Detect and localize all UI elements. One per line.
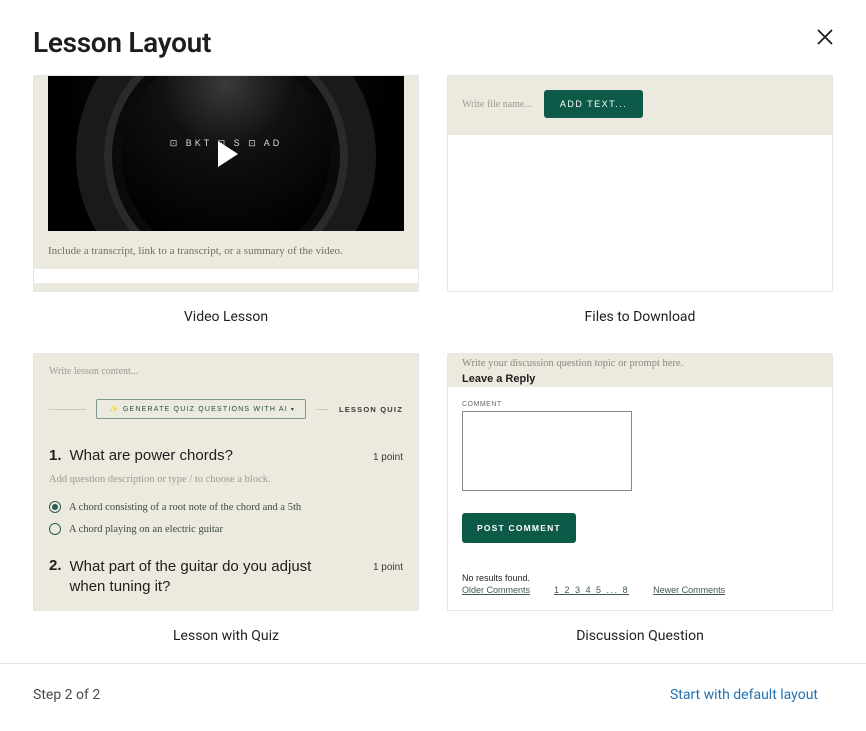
q1-text: What are power chords? [70,447,233,464]
layout-card-discussion[interactable]: Write your discussion question topic or … [447,353,833,644]
lesson-quiz-section-label: LESSON QUIZ [339,405,403,414]
quiz-question-2-header: 2. What part of the guitar do you adjust… [49,557,403,596]
layout-options-grid: ⊡ BKT ⊡ S ⊡ AD Include a transcript, lin… [0,75,866,647]
q1-option-1: A chord consisting of a root note of the… [49,501,403,513]
layout-card-lesson-quiz[interactable]: Write lesson content... ✨ GENERATE QUIZ … [33,353,419,644]
video-transcript-placeholder: Include a transcript, link to a transcri… [34,231,418,265]
newer-comments-link: Newer Comments [653,585,725,595]
layout-card-files-download[interactable]: Write file name... ADD TEXT... Files to … [447,75,833,325]
q1-points: 1 point [373,452,403,463]
generate-quiz-ai-button: ✨ GENERATE QUIZ QUESTIONS WITH AI ▾ [96,399,306,419]
q1-option-2-text: A chord playing on an electric guitar [69,524,223,535]
radio-icon [49,523,61,535]
q1-description-placeholder: Add question description or type / to ch… [49,474,403,485]
no-results-text: No results found. [462,573,818,583]
divider-line-mid [316,409,329,410]
step-indicator: Step 2 of 2 [33,687,100,703]
discussion-footer: No results found. Older Comments 1 2 3 4… [462,573,818,595]
card-label-files: Files to Download [447,292,833,325]
start-default-layout-link[interactable]: Start with default layout [670,687,818,703]
quiz-divider-row: ✨ GENERATE QUIZ QUESTIONS WITH AI ▾ LESS… [49,399,403,419]
quiz-question-1-header: 1. What are power chords? 1 point [49,447,403,464]
leave-reply-heading: Leave a Reply [462,369,818,385]
q2-number: 2. [49,557,62,596]
file-name-placeholder: Write file name... [462,99,532,110]
video-lesson-preview: ⊡ BKT ⊡ S ⊡ AD Include a transcript, lin… [33,75,419,292]
page-title: Lesson Layout [33,26,211,59]
video-thumbnail: ⊡ BKT ⊡ S ⊡ AD [48,76,404,231]
older-comments-link: Older Comments [462,585,530,595]
video-bottom-strip [34,269,418,283]
q1-option-1-text: A chord consisting of a root note of the… [69,502,301,513]
close-icon[interactable] [814,26,836,48]
lesson-content-placeholder: Write lesson content... [49,366,403,377]
page-numbers: 1 2 3 4 5 ... 8 [554,585,629,595]
q2-text: What part of the guitar do you adjust wh… [70,557,340,596]
comment-textarea [462,411,632,491]
divider-line-left [49,409,86,410]
discussion-prompt-placeholder: Write your discussion question topic or … [462,358,818,369]
modal-footer: Step 2 of 2 Start with default layout [0,663,866,731]
discussion-preview: Write your discussion question topic or … [447,353,833,611]
post-comment-button: POST COMMENT [462,513,576,543]
q1-option-2: A chord playing on an electric guitar [49,523,403,535]
add-text-button: ADD TEXT... [544,90,643,118]
files-empty-area [448,135,832,291]
card-label-discussion: Discussion Question [447,611,833,644]
q2-points: 1 point [373,562,403,573]
q1-number: 1. [49,447,62,464]
radio-icon-selected [49,501,61,513]
files-upload-bar: Write file name... ADD TEXT... [448,76,832,135]
card-label-video: Video Lesson [33,292,419,325]
comment-field-label: COMMENT [462,401,818,408]
layout-card-video-lesson[interactable]: ⊡ BKT ⊡ S ⊡ AD Include a transcript, lin… [33,75,419,325]
lesson-quiz-preview: Write lesson content... ✨ GENERATE QUIZ … [33,353,419,611]
modal-header: Lesson Layout [0,0,866,75]
card-label-quiz: Lesson with Quiz [33,611,419,644]
files-download-preview: Write file name... ADD TEXT... [447,75,833,292]
pagination-row: Older Comments 1 2 3 4 5 ... 8 Newer Com… [462,585,818,595]
play-icon [218,141,238,167]
chevron-down-icon: ▾ [291,406,295,413]
generate-btn-label: ✨ GENERATE QUIZ QUESTIONS WITH AI [110,405,288,413]
